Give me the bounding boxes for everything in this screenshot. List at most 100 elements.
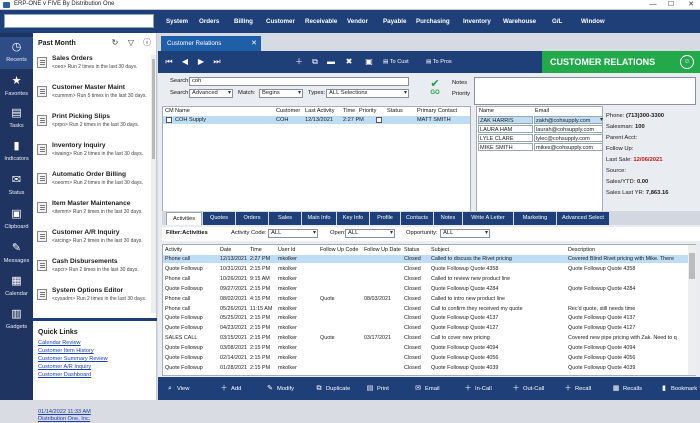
close-tab-icon[interactable]: ✕ bbox=[251, 36, 257, 51]
activities-scrollbar[interactable] bbox=[688, 245, 696, 375]
column-header[interactable]: Primary Contact bbox=[417, 107, 457, 115]
add-button[interactable]: ＋ Add bbox=[220, 377, 242, 400]
table-row[interactable]: Phone call 10/26/2021 9:15 AM mkolker Closed… bbox=[163, 275, 695, 283]
rail-tasks[interactable]: ▤ Tasks bbox=[0, 103, 33, 135]
menu-vendor[interactable]: Vendor bbox=[344, 14, 371, 29]
column-header[interactable]: CM bbox=[165, 107, 174, 115]
close-button[interactable]: ✕ bbox=[684, 0, 698, 10]
add-icon[interactable]: ＋ bbox=[294, 55, 304, 69]
menu-window[interactable]: Window bbox=[578, 14, 608, 29]
table-row[interactable]: Quote Followup 04/23/2021 2:15 PM mkolker Cl… bbox=[163, 324, 695, 332]
menu-orders[interactable]: Orders bbox=[196, 14, 222, 29]
to-cust-button[interactable]: ▤ To Cust bbox=[383, 55, 409, 69]
recent-item[interactable]: Automatic Order Billing <oeorm> Run 2 tim… bbox=[33, 169, 151, 197]
filter-icon[interactable]: ▽ bbox=[126, 38, 136, 48]
table-row[interactable]: SALES CALL 03/15/2021 2:15 PM mkolker Quote 0… bbox=[163, 334, 695, 342]
table-row[interactable]: Quote Followup 03/08/2021 2:15 PM mkolker Cl… bbox=[163, 344, 695, 352]
tab-contacts[interactable]: Contacts bbox=[401, 212, 433, 225]
search-input[interactable]: coh bbox=[189, 77, 409, 86]
contact-row[interactable]: LYLE CLARE lylec@cohsupply.com bbox=[477, 134, 604, 142]
recalls-button[interactable]: ▦ Recalls bbox=[612, 377, 642, 400]
tab-notes[interactable]: Notes bbox=[434, 212, 462, 225]
copy-icon[interactable]: ⧉ bbox=[310, 55, 320, 69]
recent-item[interactable]: Sales Orders <oeo> Run 2 times in the las… bbox=[33, 53, 151, 81]
remove-icon[interactable]: ▬ bbox=[326, 55, 336, 69]
rail-favorites[interactable]: ★ Favorites bbox=[0, 71, 33, 103]
notes-field[interactable] bbox=[474, 77, 696, 105]
panel-divider[interactable] bbox=[33, 318, 157, 321]
recent-item[interactable]: Item Master Maintenance <itemm> Run 2 tim… bbox=[33, 198, 151, 226]
minimize-button[interactable]: — bbox=[646, 0, 660, 10]
column-header[interactable]: Name bbox=[479, 107, 494, 115]
recent-item[interactable]: Customer A/R Inquiry <arcing> Run 2 times… bbox=[33, 227, 151, 255]
quick-link[interactable]: Calendar Review bbox=[38, 339, 108, 347]
menu-customer[interactable]: Customer bbox=[263, 14, 298, 29]
column-header[interactable]: Date bbox=[220, 246, 231, 254]
menu-purchasing[interactable]: Purchasing bbox=[413, 14, 453, 29]
rail-clipboard[interactable]: ▣ Clipboard bbox=[0, 204, 33, 236]
column-header[interactable]: Subject bbox=[431, 246, 449, 254]
go-button[interactable]: ✔ GO bbox=[426, 79, 444, 101]
quick-link[interactable]: Customer Dashboard bbox=[38, 371, 108, 379]
contact-row[interactable]: ZAK HARRIS zakh@cohsupply.com bbox=[477, 116, 604, 124]
tab-main-info[interactable]: Main Info bbox=[302, 212, 336, 225]
types-select[interactable]: ALL Selections bbox=[326, 89, 409, 98]
column-header[interactable]: Priority bbox=[359, 107, 376, 115]
contact-row[interactable]: LAURA HAM laurah@cohsupply.com bbox=[477, 125, 604, 133]
company-link[interactable]: Distribution One, Inc. bbox=[38, 416, 91, 423]
activity-code-select[interactable]: ALL bbox=[268, 229, 318, 238]
table-row[interactable]: Phone call 05/26/2021 11:15 AM mkolker Close… bbox=[163, 305, 695, 313]
global-search-input[interactable] bbox=[4, 14, 154, 28]
rail-calendar[interactable]: ▦ Calendar bbox=[0, 271, 33, 303]
menu-inventory[interactable]: Inventory bbox=[460, 14, 494, 29]
maximize-button[interactable]: ☐ bbox=[664, 0, 678, 10]
menu-gl[interactable]: G/L bbox=[549, 14, 565, 29]
column-header[interactable]: Email bbox=[535, 107, 549, 115]
tab-activities[interactable]: Activities bbox=[166, 212, 202, 225]
column-header[interactable]: Customer bbox=[276, 107, 300, 115]
scroll-thumb[interactable] bbox=[152, 59, 155, 159]
checkbox[interactable] bbox=[166, 117, 172, 123]
table-row[interactable]: Quote Followup 05/25/2021 2:15 PM mkolker Cl… bbox=[163, 314, 695, 322]
rail-messages[interactable]: ✎ Messages bbox=[0, 238, 33, 270]
table-row[interactable]: Quote Followup 09/27/2021 2:15 PM mkolker Cl… bbox=[163, 285, 695, 293]
quick-link[interactable]: Customer A/R Inquiry bbox=[38, 363, 108, 371]
recent-item[interactable]: Cash Disbursements <apcr> Run 2 times in … bbox=[33, 256, 151, 284]
next-record-icon[interactable]: ▶ bbox=[196, 55, 206, 69]
rail-recents[interactable]: ◷ Recents bbox=[0, 37, 33, 69]
recent-item[interactable]: System Options Editor <cysadm> Run 2 time… bbox=[33, 285, 151, 313]
duplicate-button[interactable]: ⧉ Duplicate bbox=[315, 377, 351, 400]
recent-item[interactable]: Inventory Inquiry <iwaing> Run 2 times in… bbox=[33, 140, 151, 168]
table-row[interactable]: Phone call 08/02/2021 4:15 PM mkolker Quote 0… bbox=[163, 295, 695, 303]
menu-payable[interactable]: Payable bbox=[380, 14, 409, 29]
tab-orders[interactable]: Orders bbox=[236, 212, 268, 225]
datetime-link[interactable]: 01/14/2022 11:33 AM bbox=[38, 409, 91, 416]
column-header[interactable]: Time bbox=[250, 246, 262, 254]
table-row[interactable]: Quote Followup 02/14/2021 2:15 PM mkolker Cl… bbox=[163, 354, 695, 362]
column-header[interactable]: Name bbox=[175, 107, 190, 115]
quick-link[interactable]: Customer Item History bbox=[38, 347, 108, 355]
rail-indicators[interactable]: ▮ Indicators bbox=[0, 136, 33, 168]
tab-key-info[interactable]: Key Info bbox=[337, 212, 369, 225]
modify-button[interactable]: ✎ Modify bbox=[266, 377, 294, 400]
tab-marketing[interactable]: Marketing bbox=[514, 212, 556, 225]
column-header[interactable]: Description bbox=[568, 246, 595, 254]
tab-profile[interactable]: Profile bbox=[370, 212, 400, 225]
column-header[interactable]: Last Activity bbox=[305, 107, 335, 115]
tab-write-a-letter[interactable]: Write A Letter bbox=[463, 212, 513, 225]
view-button[interactable]: ⌕ View bbox=[166, 377, 189, 400]
column-header[interactable]: Status bbox=[404, 246, 419, 254]
out-call-button[interactable]: ＋ Out-Call bbox=[512, 377, 545, 400]
tab-sales[interactable]: Sales bbox=[269, 212, 301, 225]
table-row[interactable]: Phone call 12/13/2021 2:27 PM mkolker Closed… bbox=[163, 255, 695, 263]
table-row[interactable]: Quote Followup 10/31/2021 2:15 PM mkolker Cl… bbox=[163, 265, 695, 273]
recents-scrollbar[interactable] bbox=[151, 55, 156, 313]
column-header[interactable]: Time bbox=[343, 107, 355, 115]
rail-status[interactable]: ✉ Status bbox=[0, 170, 33, 202]
tab-quotes[interactable]: Quotes bbox=[203, 212, 235, 225]
first-record-icon[interactable]: ⏮ bbox=[164, 55, 174, 69]
priority-checkbox[interactable] bbox=[376, 117, 382, 123]
previous-record-icon[interactable]: ◀ bbox=[180, 55, 190, 69]
opportunity-select[interactable]: ALL bbox=[440, 229, 490, 238]
quick-link[interactable]: Customer Summary Review bbox=[38, 355, 108, 363]
